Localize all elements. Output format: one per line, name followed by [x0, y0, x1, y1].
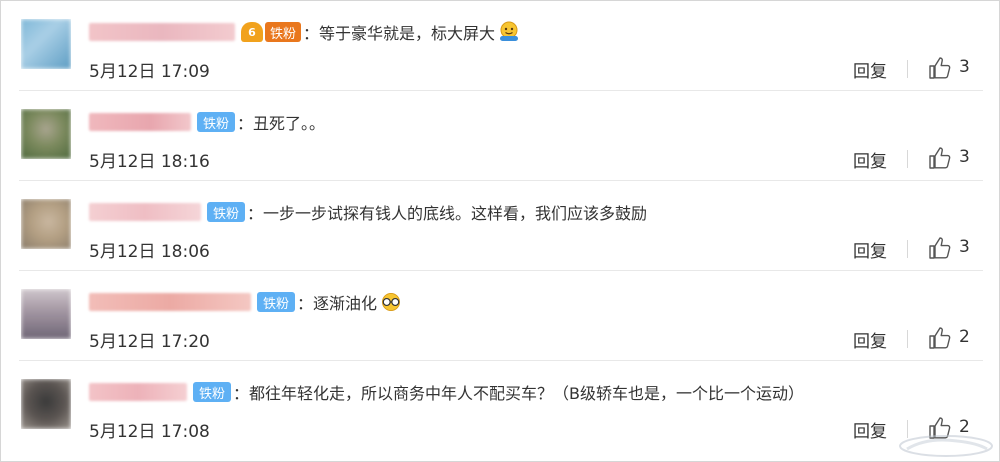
comment-item: 铁粉 ： 丑死了。。 5月12日 18:16 回复 3: [1, 91, 1000, 181]
like-count: 2: [959, 327, 970, 347]
reply-button[interactable]: 回复: [853, 237, 887, 262]
colon: ：: [237, 114, 254, 133]
reply-button[interactable]: 回复: [853, 327, 887, 352]
fan-badge: 铁粉: [193, 382, 232, 402]
divider: [907, 150, 908, 168]
comment-time: 5月12日 17:08: [89, 422, 210, 442]
colon: ：: [297, 294, 314, 313]
comment-text: 都往年轻化走，所以商务中年人不配买车？（B级轿车也是，一个比一个运动）: [249, 384, 805, 403]
like-count: 3: [959, 57, 970, 77]
glasses-emoji-icon: [382, 293, 401, 311]
comment-text: 丑死了。。: [253, 114, 326, 133]
avatar[interactable]: [21, 199, 71, 249]
divider: [907, 60, 908, 78]
thumbs-up-icon[interactable]: [927, 235, 953, 261]
username-blurred[interactable]: [89, 383, 187, 401]
comment-list: 6 铁粉 ： 等于豪华就是，标大屏大 5月12日 17:09 回复 3 铁粉 ：…: [0, 0, 1000, 462]
comment-time: 5月12日 17:20: [89, 332, 210, 352]
thumbs-up-icon[interactable]: [927, 325, 953, 351]
colon: ：: [303, 24, 320, 43]
avatar[interactable]: [21, 289, 71, 339]
reply-button[interactable]: 回复: [853, 57, 887, 82]
crown-icon: 6: [241, 22, 263, 42]
avatar[interactable]: [21, 109, 71, 159]
comment-text: 一步一步试探有钱人的底线。这样看，我们应该多鼓励: [263, 204, 648, 223]
watermark-logo-icon: [899, 435, 993, 457]
comment-item: 6 铁粉 ： 等于豪华就是，标大屏大 5月12日 17:09 回复 3: [1, 1, 1000, 91]
avatar[interactable]: [21, 19, 71, 69]
reply-button[interactable]: 回复: [853, 417, 887, 442]
like-count: 3: [959, 147, 970, 167]
fan-badge: 铁粉: [207, 202, 246, 222]
comment-time: 5月12日 17:09: [89, 62, 210, 82]
fan-badge: 铁粉: [257, 292, 296, 312]
thumbs-up-icon[interactable]: [927, 55, 953, 81]
divider: [907, 330, 908, 348]
fan-badge-label: 铁粉: [265, 22, 302, 42]
comment-text: 逐渐油化: [313, 294, 378, 313]
colon: ：: [233, 384, 250, 403]
divider: [907, 240, 908, 258]
like-count: 3: [959, 237, 970, 257]
username-blurred[interactable]: [89, 293, 251, 311]
comment-item: 铁粉 ： 一步一步试探有钱人的底线。这样看，我们应该多鼓励 5月12日 18:0…: [1, 181, 1000, 271]
reply-button[interactable]: 回复: [853, 147, 887, 172]
colon: ：: [247, 204, 264, 223]
comment-text: 等于豪华就是，标大屏大: [319, 24, 496, 43]
avatar[interactable]: [21, 379, 71, 429]
username-blurred[interactable]: [89, 113, 191, 131]
hug-emoji-icon: [500, 21, 519, 41]
thumbs-up-icon[interactable]: [927, 145, 953, 171]
username-blurred[interactable]: [89, 23, 235, 41]
comment-time: 5月12日 18:16: [89, 152, 210, 172]
comment-item: 铁粉 ： 都往年轻化走，所以商务中年人不配买车？（B级轿车也是，一个比一个运动）…: [1, 361, 1000, 451]
fan-level-badge: 6 铁粉: [241, 21, 302, 43]
fan-badge: 铁粉: [197, 112, 236, 132]
comment-time: 5月12日 18:06: [89, 242, 210, 262]
username-blurred[interactable]: [89, 203, 201, 221]
comment-item: 铁粉 ： 逐渐油化 5月12日 17:20 回复 2: [1, 271, 1000, 361]
